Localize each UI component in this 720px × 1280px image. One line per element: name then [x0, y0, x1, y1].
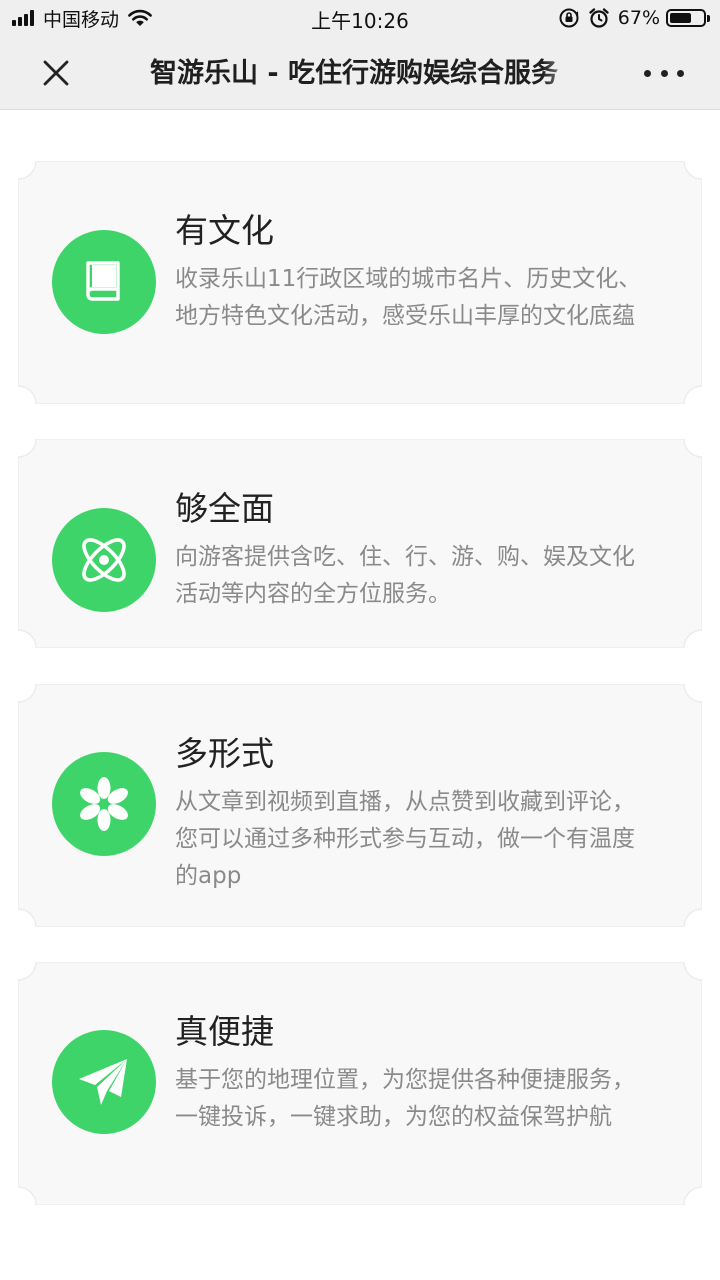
battery-icon: [666, 9, 710, 27]
close-button[interactable]: [36, 53, 76, 93]
page-title: 智游乐山 - 吃住行游购娱综合服务: [150, 58, 559, 89]
more-options-button[interactable]: [644, 58, 684, 88]
atom-icon: [52, 508, 156, 612]
feature-card-convenient[interactable]: 真便捷 基于您的地理位置，为您提供各种便捷服务，一键投诉，一键求助，为您的权益保…: [18, 962, 702, 1205]
feature-description: 基于您的地理位置，为您提供各种便捷服务，一键投诉，一键求助，为您的权益保驾护航: [175, 1067, 635, 1130]
feature-description: 从文章到视频到直播，从点赞到收藏到评论，您可以通过多种形式参与互动，做一个有温度…: [175, 789, 635, 889]
rotation-lock-icon: [559, 8, 579, 28]
feature-card-multiform[interactable]: 多形式 从文章到视频到直播，从点赞到收藏到评论，您可以通过多种形式参与互动，做一…: [18, 684, 702, 927]
feature-title: 够全面: [175, 489, 274, 528]
more-dot-icon: [677, 69, 684, 77]
book-icon: [52, 230, 156, 334]
feature-card-culture[interactable]: 有文化 收录乐山11行政区域的城市名片、历史文化、地方特色文化活动，感受乐山丰厚…: [18, 161, 702, 404]
alarm-clock-icon: [589, 8, 609, 28]
feature-description: 向游客提供含吃、住、行、游、购、娱及文化活动等内容的全方位服务。: [175, 544, 635, 607]
feature-description: 收录乐山11行政区域的城市名片、历史文化、地方特色文化活动，感受乐山丰厚的文化底…: [175, 266, 642, 329]
battery-percent: 67%: [617, 7, 660, 29]
more-dot-icon: [660, 69, 668, 77]
navigation-bar: 智游乐山 - 吃住行游购娱综合服务: [0, 38, 720, 110]
status-bar-right: 67%: [558, 6, 710, 30]
flower-icon: [52, 752, 156, 856]
feature-title: 多形式: [175, 734, 274, 773]
status-bar: 中国移动 上午10:26 67%: [0, 0, 720, 38]
feature-title: 有文化: [175, 211, 274, 250]
more-dot-icon: [644, 69, 651, 77]
feature-title: 真便捷: [175, 1012, 274, 1051]
paper-plane-icon: [52, 1030, 156, 1134]
close-icon: [43, 60, 69, 86]
feature-card-comprehensive[interactable]: 够全面 向游客提供含吃、住、行、游、购、娱及文化活动等内容的全方位服务。: [18, 439, 702, 648]
battery-level-fill: [670, 13, 692, 23]
